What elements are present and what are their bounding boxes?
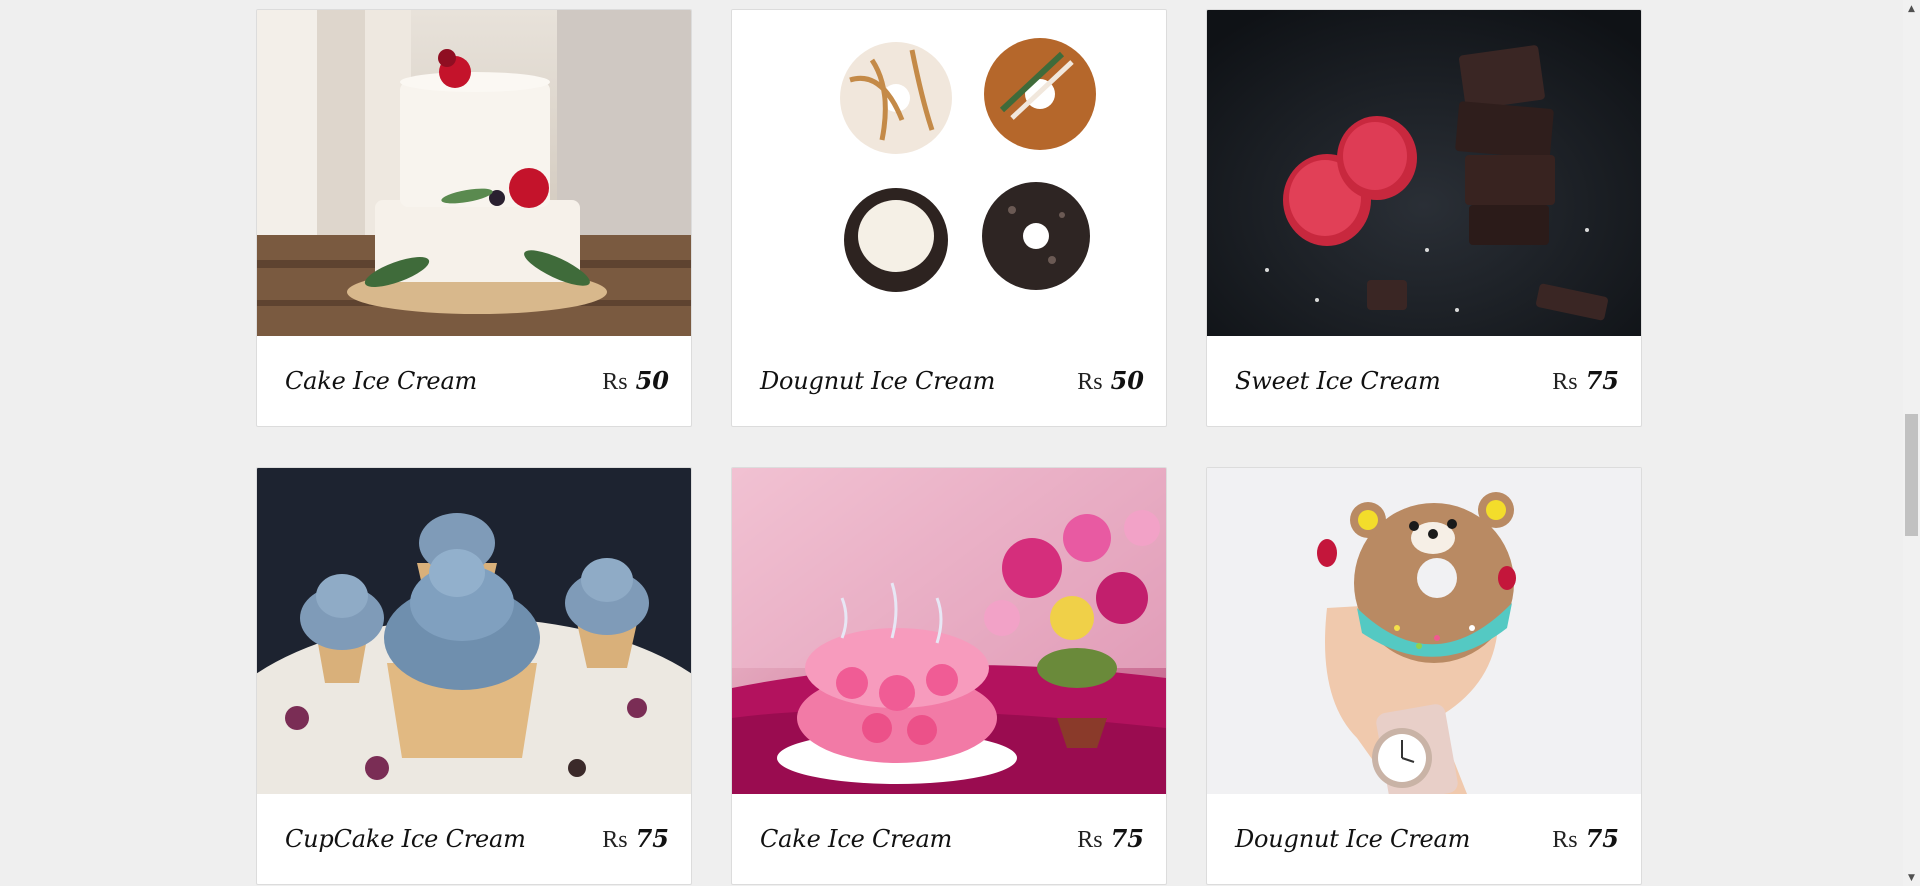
price-amount: 50 bbox=[635, 366, 669, 395]
donuts-image[interactable] bbox=[732, 10, 1166, 336]
product-grid: Cake Ice Cream Rs 50 Dougnut Ice Cream R… bbox=[256, 9, 1644, 885]
product-card[interactable]: Sweet Ice Cream Rs 75 bbox=[1206, 9, 1642, 427]
tiered-cake-image[interactable] bbox=[257, 10, 691, 336]
price-currency: Rs bbox=[1552, 827, 1578, 853]
price-amount: 75 bbox=[1585, 366, 1619, 395]
product-price: Rs 75 bbox=[1077, 824, 1144, 854]
product-name[interactable]: Cake Ice Cream bbox=[285, 367, 477, 395]
product-price: Rs 50 bbox=[1077, 366, 1144, 396]
card-footer: Cake Ice Cream Rs 75 bbox=[732, 794, 1166, 884]
card-footer: Cake Ice Cream Rs 50 bbox=[257, 336, 691, 426]
price-currency: Rs bbox=[602, 369, 628, 395]
product-card[interactable]: Dougnut Ice Cream Rs 75 bbox=[1206, 467, 1642, 885]
price-amount: 75 bbox=[635, 824, 669, 853]
price-currency: Rs bbox=[1077, 369, 1103, 395]
pink-rose-cake-image[interactable] bbox=[732, 468, 1166, 794]
price-amount: 75 bbox=[1585, 824, 1619, 853]
vertical-scrollbar[interactable]: ▲ ▼ bbox=[1903, 0, 1920, 886]
card-footer: Dougnut Ice Cream Rs 75 bbox=[1207, 794, 1641, 884]
product-name[interactable]: Dougnut Ice Cream bbox=[1235, 825, 1470, 853]
chocolate-raspberry-image[interactable] bbox=[1207, 10, 1641, 336]
product-price: Rs 75 bbox=[1552, 824, 1619, 854]
card-footer: CupCake Ice Cream Rs 75 bbox=[257, 794, 691, 884]
product-price: Rs 75 bbox=[1552, 366, 1619, 396]
product-card[interactable]: Dougnut Ice Cream Rs 50 bbox=[731, 9, 1167, 427]
price-amount: 50 bbox=[1110, 366, 1144, 395]
product-page: Cake Ice Cream Rs 50 Dougnut Ice Cream R… bbox=[0, 0, 1920, 886]
scrollbar-thumb[interactable] bbox=[1905, 414, 1918, 536]
product-name[interactable]: Dougnut Ice Cream bbox=[760, 367, 995, 395]
price-currency: Rs bbox=[1552, 369, 1578, 395]
scroll-up-arrow-icon[interactable]: ▲ bbox=[1903, 0, 1920, 17]
product-name[interactable]: CupCake Ice Cream bbox=[285, 825, 526, 853]
price-amount: 75 bbox=[1110, 824, 1144, 853]
card-footer: Sweet Ice Cream Rs 75 bbox=[1207, 336, 1641, 426]
scroll-down-arrow-icon[interactable]: ▼ bbox=[1903, 869, 1920, 886]
product-name[interactable]: Sweet Ice Cream bbox=[1235, 367, 1441, 395]
cupcakes-image[interactable] bbox=[257, 468, 691, 794]
product-card[interactable]: Cake Ice Cream Rs 75 bbox=[731, 467, 1167, 885]
product-card[interactable]: CupCake Ice Cream Rs 75 bbox=[256, 467, 692, 885]
product-price: Rs 75 bbox=[602, 824, 669, 854]
product-card[interactable]: Cake Ice Cream Rs 50 bbox=[256, 9, 692, 427]
card-footer: Dougnut Ice Cream Rs 50 bbox=[732, 336, 1166, 426]
price-currency: Rs bbox=[1077, 827, 1103, 853]
price-currency: Rs bbox=[602, 827, 628, 853]
product-price: Rs 50 bbox=[602, 366, 669, 396]
bear-donut-image[interactable] bbox=[1207, 468, 1641, 794]
product-name[interactable]: Cake Ice Cream bbox=[760, 825, 952, 853]
